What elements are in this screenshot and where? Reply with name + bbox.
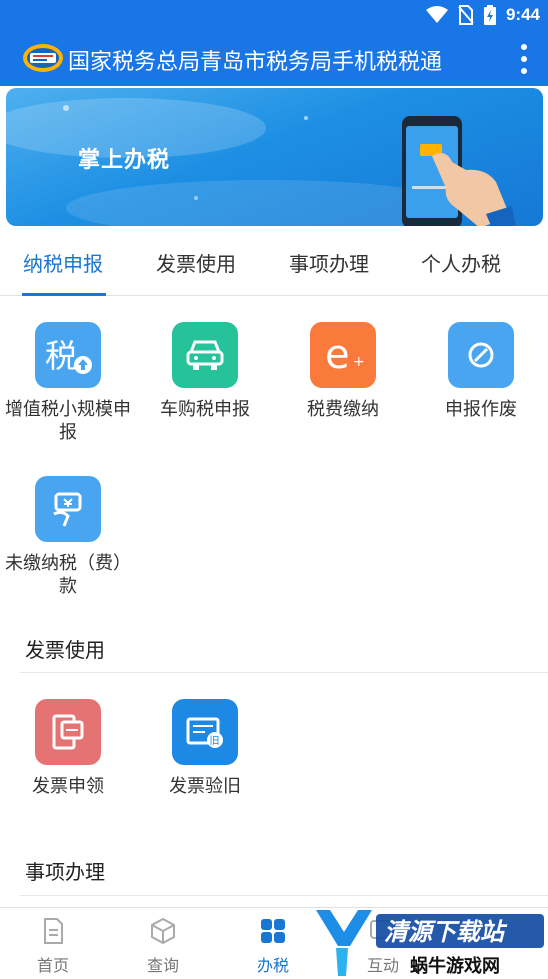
tab-tax-declaration[interactable]: 纳税申报	[23, 248, 103, 277]
tile-label: 发票验旧	[169, 776, 241, 797]
watermark-title: 清源下载站	[384, 918, 508, 946]
hand-money-icon	[35, 476, 101, 542]
watermark-subtitle: 蜗牛游戏网	[410, 955, 500, 977]
section-divider	[20, 895, 548, 896]
e-pay-icon: e +	[310, 322, 376, 388]
car-icon	[172, 322, 238, 388]
app-title: 国家税务总局青岛市税务局手机税税通	[68, 50, 443, 75]
nav-home[interactable]: 首页	[8, 916, 98, 976]
app-bar: 国家税务总局青岛市税务局手机税税通	[0, 30, 548, 86]
invoice-apply-icon	[35, 699, 101, 765]
tile-label: 发票申领	[32, 776, 104, 797]
tile-label: 车购税申报	[160, 399, 250, 420]
phone-hand-icon	[402, 116, 516, 226]
nav-label: 查询	[146, 956, 179, 975]
overflow-menu-button[interactable]	[518, 44, 530, 74]
svg-text:e: e	[325, 334, 350, 376]
nav-query[interactable]: 查询	[118, 916, 208, 976]
section-title-matters: 事项办理	[25, 860, 105, 884]
nav-tax-service[interactable]: 办税	[228, 916, 318, 976]
tab-personal-tax[interactable]: 个人办税	[421, 248, 501, 277]
svg-text:+: +	[353, 354, 365, 370]
watermark-logo: 清源下载站 蜗牛游戏网	[316, 910, 544, 977]
battery-icon	[483, 5, 496, 25]
tab-matters[interactable]: 事项办理	[289, 248, 369, 277]
tile-label: 申报作废	[445, 399, 517, 420]
tile-label: 税费缴纳	[307, 399, 379, 420]
grid-icon	[261, 919, 285, 943]
tax-logo-icon	[23, 44, 63, 72]
void-icon	[448, 322, 514, 388]
section-divider	[20, 672, 548, 673]
status-bar: 9:44	[0, 0, 548, 30]
category-tabs: 纳税申报 发票使用 事项办理 个人办税	[0, 230, 548, 296]
cube-icon	[151, 917, 175, 945]
banner-title: 掌上办税	[78, 148, 171, 173]
nav-label: 首页	[36, 956, 69, 975]
status-time: 9:44	[505, 5, 540, 24]
no-sim-icon	[458, 5, 474, 25]
invoice-check-icon: 旧	[172, 699, 238, 765]
banner[interactable]: 掌上办税	[6, 88, 543, 226]
active-tab-indicator	[22, 293, 106, 296]
tile-label: 增值税小规模申报	[5, 399, 131, 443]
status-icons: 9:44	[425, 4, 540, 26]
section-title-invoice: 发票使用	[25, 638, 105, 662]
tile-label: 未缴纳税（费）款	[5, 553, 131, 597]
svg-text:税: 税	[45, 337, 77, 375]
svg-text:旧: 旧	[210, 735, 220, 747]
document-icon	[44, 918, 63, 944]
wifi-icon	[425, 6, 448, 23]
tab-invoice-use[interactable]: 发票使用	[156, 248, 236, 277]
nav-label: 办税	[256, 956, 289, 975]
tax-upload-icon: 税	[35, 322, 101, 388]
